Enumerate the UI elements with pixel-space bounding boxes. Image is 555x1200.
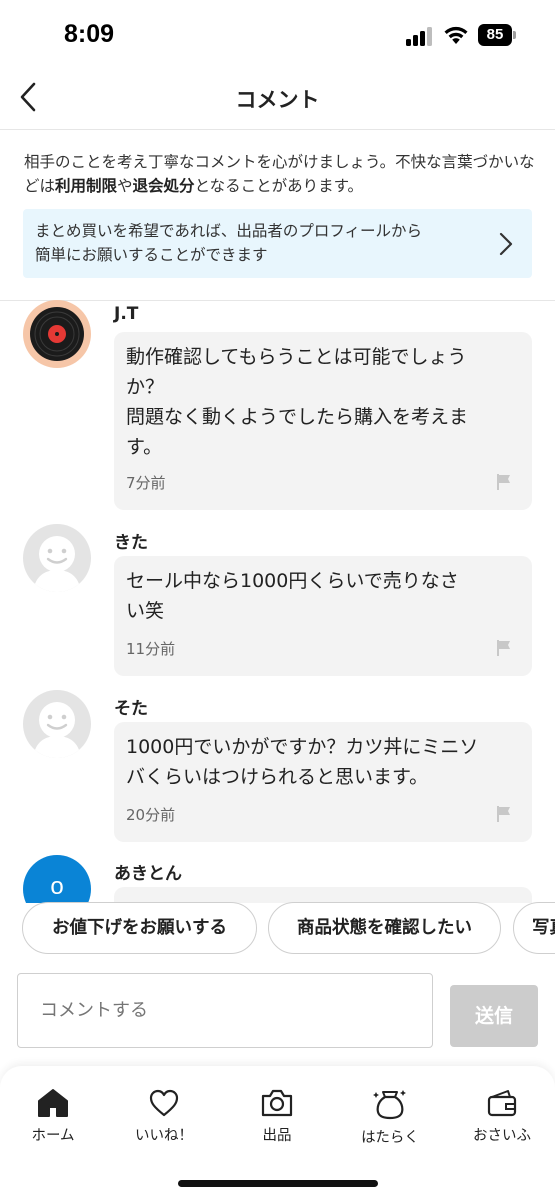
tab-label: ホーム xyxy=(31,1128,75,1144)
comment-line: 1000円でいかがですか？カツ丼にミニソ xyxy=(126,736,479,758)
avatar[interactable] xyxy=(23,524,91,592)
tab-label: おさいふ xyxy=(473,1128,531,1144)
report-flag-icon[interactable] xyxy=(496,805,512,823)
comment-time: 7分前 xyxy=(126,474,166,492)
bundle-banner-line1: まとめ買いを希望であれば、出品者のプロフィールから xyxy=(35,222,423,240)
tab-sell[interactable]: 出品 xyxy=(227,1088,327,1148)
page-title: コメント xyxy=(235,88,320,112)
notice-text-2: や xyxy=(117,177,133,195)
comment-bubble: 1000円でいかがですか？カツ丼にミニソ バくらいはつけられると思います。 20… xyxy=(114,722,532,842)
tab-work[interactable]: はたらく xyxy=(340,1088,440,1148)
quick-reply-photo[interactable]: 写真 xyxy=(513,902,555,954)
comment-line: い笑 xyxy=(126,600,165,622)
comment-line: か？ xyxy=(126,376,165,398)
bundle-request-banner[interactable]: まとめ買いを希望であれば、出品者のプロフィールから 簡単にお願いすることができま… xyxy=(23,209,532,278)
section-divider xyxy=(0,300,555,301)
quick-reply-condition[interactable]: 商品状態を確認したい xyxy=(268,902,501,954)
comment-item: o あきとん xyxy=(0,853,555,903)
bundle-banner-text: まとめ買いを希望であれば、出品者のプロフィールから 簡単にお願いすることができま… xyxy=(35,219,475,267)
comment-username: J.T xyxy=(114,304,139,324)
quick-reply-price-down[interactable]: お値下げをお願いする xyxy=(22,902,257,954)
avatar[interactable]: o xyxy=(23,855,91,903)
notice-bold-usage-limit: 利用制限 xyxy=(55,177,118,195)
bundle-banner-line2: 簡単にお願いすることができます xyxy=(35,246,268,264)
comment-username: あきとん xyxy=(114,864,182,884)
tab-label: はたらく xyxy=(361,1130,419,1146)
comment-username: きた xyxy=(114,533,148,553)
heart-icon xyxy=(149,1089,179,1117)
quick-reply-chips: お値下げをお願いする 商品状態を確認したい 写真 xyxy=(0,900,555,958)
camera-icon xyxy=(261,1089,293,1117)
chevron-right-icon xyxy=(499,232,513,256)
notice-text-3: となることがあります。 xyxy=(194,177,364,195)
avatar-initial: o xyxy=(50,873,64,900)
comment-bubble: セール中なら1000円くらいで売りなさ い笑 11分前 xyxy=(114,556,532,676)
send-button[interactable]: 送信 xyxy=(450,985,538,1047)
default-smiley-avatar-icon xyxy=(33,702,81,758)
report-flag-icon[interactable] xyxy=(496,473,512,491)
default-smiley-avatar-icon xyxy=(33,536,81,592)
comment-username: そた xyxy=(114,699,148,719)
tab-wallet[interactable]: おさいふ xyxy=(452,1088,552,1148)
wallet-icon xyxy=(487,1090,517,1117)
avatar[interactable] xyxy=(23,690,91,758)
comment-guideline-notice: 相手のことを考え丁寧なコメントを心がけましょう。不快な言葉づかいなどは利用制限や… xyxy=(24,150,539,198)
nav-header: コメント xyxy=(0,70,555,130)
status-time: 8:09 xyxy=(64,20,115,48)
money-bag-icon xyxy=(373,1090,406,1120)
tab-label: いいね！ xyxy=(135,1128,193,1144)
status-bar: 8:09 85 xyxy=(0,0,555,70)
comment-line: 問題なく動くようでしたら購入を考えま xyxy=(126,406,469,428)
battery-level: 85 xyxy=(478,24,512,46)
wifi-icon xyxy=(444,26,468,44)
tab-home[interactable]: ホーム xyxy=(3,1088,103,1148)
comment-line: す。 xyxy=(126,436,163,458)
comment-line: バくらいはつけられると思います。 xyxy=(126,766,429,788)
home-icon xyxy=(38,1089,68,1117)
comment-line: 動作確認してもらうことは可能でしょう xyxy=(126,346,467,368)
comment-input[interactable] xyxy=(17,973,433,1048)
avatar[interactable] xyxy=(23,300,91,368)
comment-text: セール中なら1000円くらいで売りなさ い笑 xyxy=(126,566,518,626)
comment-line: セール中なら1000円くらいで売りなさ xyxy=(126,570,459,592)
comment-time: 20分前 xyxy=(126,806,176,824)
cellular-signal-icon xyxy=(406,26,436,46)
vinyl-record-icon xyxy=(30,307,84,361)
tab-label: 出品 xyxy=(262,1128,292,1144)
comment-bubble: 動作確認してもらうことは可能でしょう か？ 問題なく動くようでしたら購入を考えま… xyxy=(114,332,532,510)
tab-likes[interactable]: いいね！ xyxy=(114,1088,214,1148)
notice-bold-withdrawal: 退会処分 xyxy=(132,177,195,195)
comment-text: 1000円でいかがですか？カツ丼にミニソ バくらいはつけられると思います。 xyxy=(126,732,518,792)
comment-text: 動作確認してもらうことは可能でしょう か？ 問題なく動くようでしたら購入を考えま… xyxy=(126,342,518,462)
comment-time: 11分前 xyxy=(126,640,176,658)
home-indicator xyxy=(178,1180,378,1187)
battery-icon: 85 xyxy=(478,24,518,46)
report-flag-icon[interactable] xyxy=(496,639,512,657)
